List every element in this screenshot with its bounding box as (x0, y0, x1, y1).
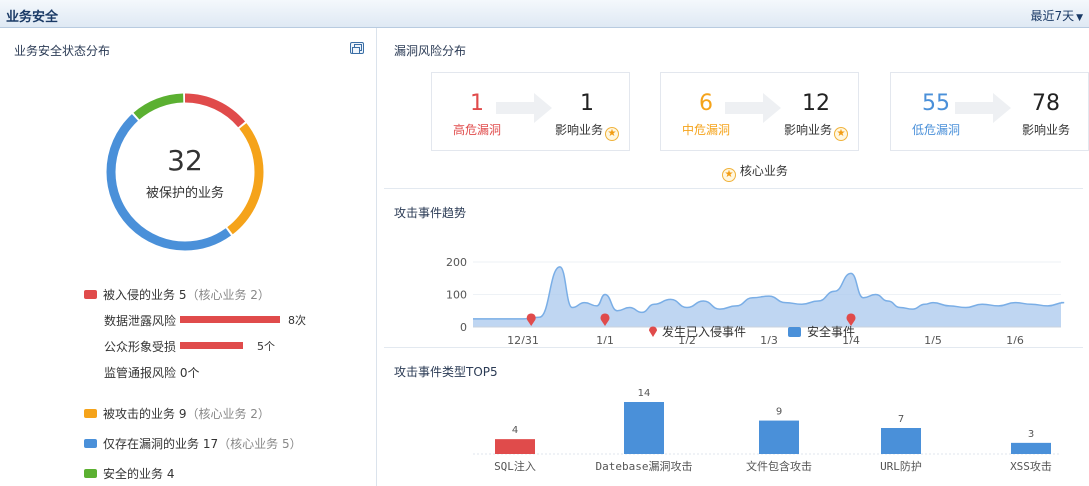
affected-label: 影响业务 (783, 123, 832, 137)
top-bar: 业务安全 最近7天 ▼ (0, 0, 1089, 28)
legend-swatch (788, 327, 801, 337)
bar[interactable] (881, 428, 921, 454)
legend-note: （核心业务 2） (186, 288, 270, 302)
vuln-count: 55 (922, 91, 950, 116)
right-panel: 漏洞风险分布 1 高危漏洞 1 影响业务 ★ 6 中危漏洞 12 影响业务 ★ 55… (378, 28, 1089, 486)
risk-row: 数据泄露风险 (104, 312, 176, 329)
legend-note: （核心业务 5） (218, 437, 302, 451)
chevron-down-icon: ▼ (1076, 13, 1083, 23)
legend-vuln-only[interactable]: 仅存在漏洞的业务 17（核心业务 5） (84, 435, 302, 452)
affected-label-row: 影响业务 ★ (781, 121, 851, 141)
vuln-count: 1 (470, 91, 484, 116)
time-range-dropdown[interactable]: 最近7天 ▼ (1030, 7, 1083, 24)
x-tick-label: 1/3 (760, 334, 778, 344)
star-icon: ★ (605, 127, 619, 141)
category-label: 文件包含攻击 (746, 459, 812, 473)
risk-value: 0个 (179, 366, 200, 380)
vuln-card-medium[interactable]: 6 中危漏洞 12 影响业务 ★ (660, 72, 859, 151)
legend-count: 4 (166, 467, 175, 481)
panel-title: 业务安全状态分布 (14, 44, 111, 58)
legend-label: 仅存在漏洞的业务 (103, 437, 200, 451)
map-pin-icon (649, 326, 657, 337)
legend-swatch (84, 290, 97, 299)
status-distribution-panel: 业务安全状态分布 32 被保护的业务 被入侵的业务 5（核心业务 2） 数据泄露… (0, 28, 377, 486)
bar[interactable] (495, 439, 535, 454)
protected-total-label: 被保护的业务 (145, 186, 224, 201)
x-tick-label: 1/5 (924, 334, 942, 344)
affected-count: 12 (802, 91, 830, 116)
star-icon: ★ (722, 168, 736, 182)
trend-section-title: 攻击事件趋势 (394, 206, 467, 220)
legend-invaded[interactable]: 被入侵的业务 5（核心业务 2） (84, 286, 270, 303)
attack-type-top5-chart: 4 SQL注入 14 Datebase漏洞攻击 9 文件包含攻击 7 URL防护 3 XSS攻击 (473, 388, 1061, 473)
bar-value-label: 7 (898, 414, 904, 425)
legend-label: 发生已入侵事件 (662, 325, 747, 339)
y-tick-label: 200 (446, 256, 467, 269)
risk-row: 公众形象受损 (104, 338, 176, 355)
risk-bar (180, 342, 243, 349)
legend-swatch (84, 469, 97, 478)
divider (384, 188, 1083, 189)
affected-count: 1 (580, 91, 594, 116)
bar[interactable] (759, 420, 799, 454)
legend-swatch (84, 409, 97, 418)
vuln-card-low[interactable]: 55 低危漏洞 78 影响业务 (890, 72, 1089, 151)
bar-value-label: 4 (512, 425, 518, 436)
legend-safe-event[interactable]: 安全事件 (788, 323, 855, 340)
legend-label: 被入侵的业务 (103, 288, 176, 302)
core-business-legend: ★ 核心业务 (720, 162, 788, 182)
vuln-count: 6 (699, 91, 713, 116)
legend-label: 安全的业务 (103, 467, 164, 481)
risk-value: 8次 (288, 314, 306, 327)
risk-value: 5个 (257, 340, 275, 353)
x-tick-label: 1/1 (596, 334, 614, 344)
affected-label-row: 影响业务 ★ (552, 121, 622, 141)
affected-count: 78 (1032, 91, 1060, 116)
bar-value-label: 3 (1028, 429, 1034, 440)
legend-label: 安全事件 (807, 325, 856, 339)
restore-window-icon[interactable] (350, 42, 364, 54)
bar[interactable] (624, 402, 664, 454)
vuln-level: 中危漏洞 (681, 123, 730, 137)
vuln-section-title: 漏洞风险分布 (394, 44, 467, 58)
risk-label: 公众形象受损 (104, 340, 177, 354)
affected-label: 影响业务 (554, 123, 603, 137)
bar-value-label: 9 (776, 407, 782, 418)
y-tick-label: 100 (446, 289, 467, 302)
category-label: SQL注入 (494, 459, 536, 473)
bar[interactable] (1011, 442, 1051, 454)
legend-safe[interactable]: 安全的业务 4 (84, 465, 174, 482)
star-icon: ★ (834, 127, 848, 141)
time-range-label: 最近7天 (1030, 9, 1075, 23)
vuln-card-high[interactable]: 1 高危漏洞 1 影响业务 ★ (431, 72, 630, 151)
legend-label: 被攻击的业务 (103, 407, 176, 421)
divider (384, 347, 1083, 348)
x-tick-label: 12/31 (507, 334, 539, 344)
category-label: XSS攻击 (1010, 459, 1052, 473)
risk-label: 监管通报风险 (104, 366, 177, 380)
vuln-level: 低危漏洞 (911, 123, 960, 137)
affected-label: 影响业务 (1021, 123, 1070, 137)
risk-label: 数据泄露风险 (104, 314, 177, 328)
legend-swatch (84, 439, 97, 448)
legend-invaded-event[interactable]: 发生已入侵事件 (648, 323, 746, 340)
protected-total: 32 (167, 144, 203, 177)
risk-bar (180, 316, 280, 323)
bar-value-label: 14 (638, 388, 651, 399)
page-title: 业务安全 (6, 10, 59, 25)
core-business-label: 核心业务 (739, 164, 788, 178)
legend-attacked[interactable]: 被攻击的业务 9（核心业务 2） (84, 405, 270, 422)
x-tick-label: 1/6 (1006, 334, 1024, 344)
category-label: URL防护 (880, 459, 922, 473)
legend-note: （核心业务 2） (186, 407, 270, 421)
category-label: Datebase漏洞攻击 (596, 459, 693, 473)
series-area-safe-events (473, 266, 1065, 327)
vuln-level: 高危漏洞 (452, 123, 501, 137)
y-tick-label: 0 (460, 321, 467, 334)
legend-count: 17 (202, 437, 219, 451)
risk-row: 监管通报风险 0个 (104, 364, 199, 381)
